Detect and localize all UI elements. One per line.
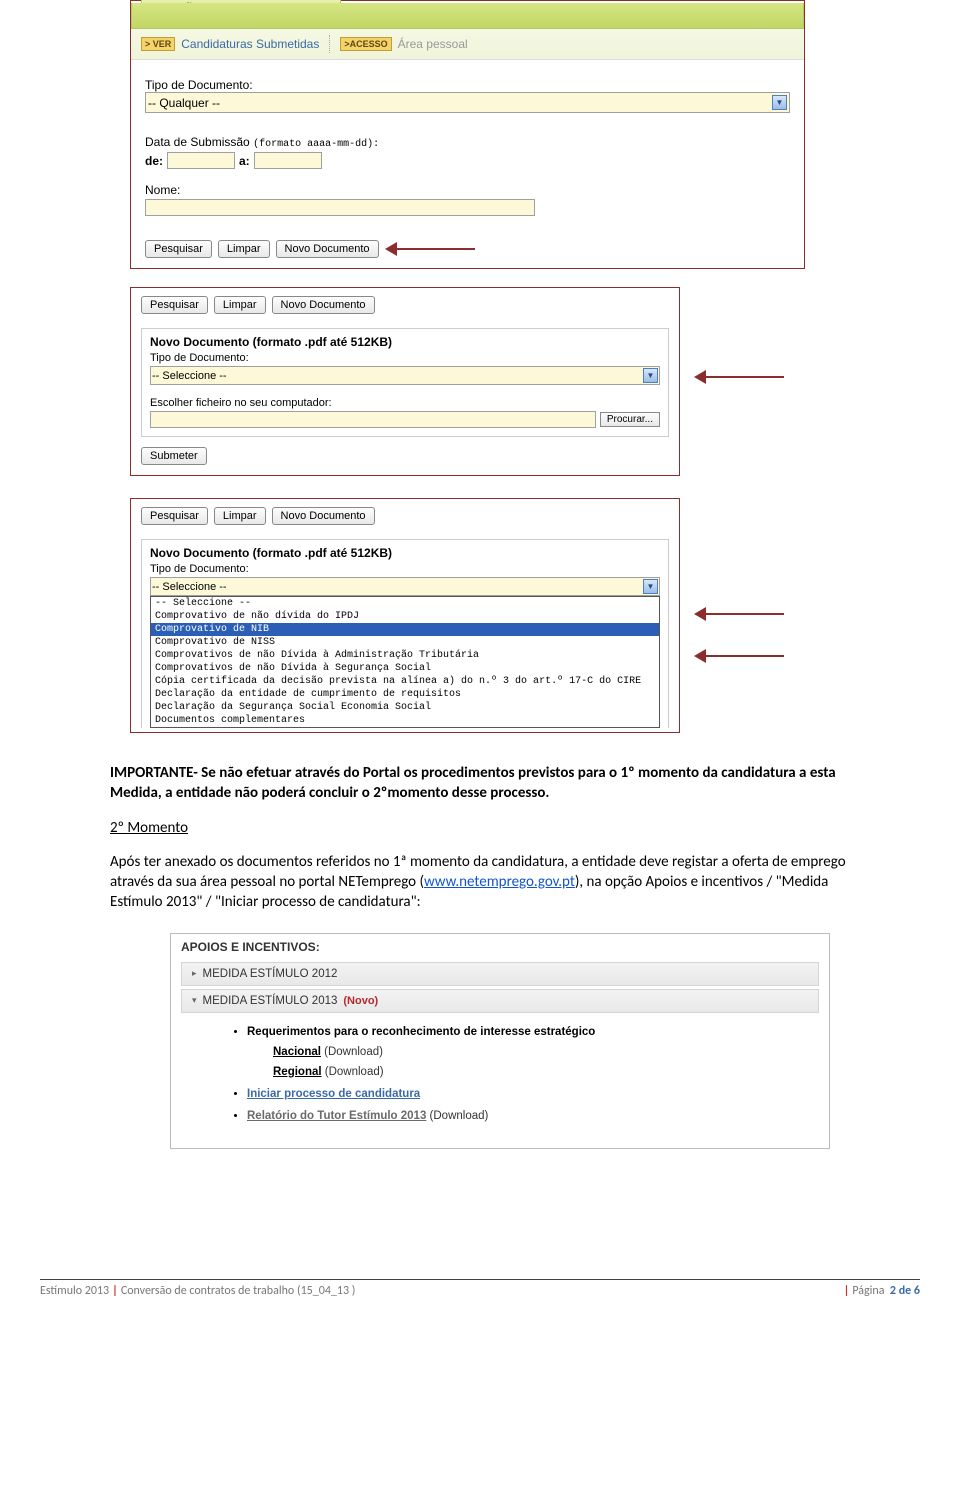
acesso-button[interactable]: >ACESSO (340, 37, 391, 51)
panel-subbar: > VER Candidaturas Submetidas >ACESSO Ár… (131, 29, 804, 60)
ver-button[interactable]: > VER (141, 37, 175, 51)
chevron-down-icon[interactable]: ▼ (643, 368, 658, 383)
panel-apoios-incentivos: APOIOS E INCENTIVOS: ▸ MEDIDA ESTÍMULO 2… (170, 933, 830, 1149)
nome-input[interactable] (145, 199, 535, 216)
de-label: de: (145, 154, 163, 168)
limpar-button[interactable]: Limpar (214, 296, 266, 314)
tipo-documento-select[interactable]: -- Seleccione -- ▼ (150, 577, 660, 596)
dropdown-option[interactable]: Comprovativos de não Dívida à Segurança … (151, 662, 659, 675)
panel-novo-documento-1: Pesquisar Limpar Novo Documento Novo Doc… (130, 287, 680, 476)
panel-novo-documento-2: Pesquisar Limpar Novo Documento Novo Doc… (130, 498, 680, 733)
novo-documento-box: Novo Documento (formato .pdf até 512KB) … (141, 328, 669, 437)
download-label: (Download) (324, 1046, 383, 1058)
link-regional[interactable]: Regional (273, 1066, 322, 1078)
download-label: (Download) (325, 1066, 384, 1078)
data-submissao-hint: (formato aaaa-mm-dd): (253, 139, 379, 150)
procurar-button[interactable]: Procurar... (600, 412, 660, 427)
data-a-input[interactable] (254, 152, 322, 169)
footer-left-1: Estímulo 2013 (40, 1284, 109, 1298)
dropdown-option[interactable]: Comprovativos de não Dívida à Administra… (151, 649, 659, 662)
chevron-down-icon[interactable]: ▼ (772, 95, 787, 110)
tipo-documento-select[interactable]: -- Seleccione -- ▼ (150, 366, 660, 385)
novo-badge: (Novo) (343, 995, 378, 1007)
dropdown-option[interactable]: Comprovativo de não dívida do IPDJ (151, 610, 659, 623)
pesquisar-button[interactable]: Pesquisar (145, 240, 212, 258)
submeter-button[interactable]: Submeter (141, 447, 207, 465)
dropdown-option[interactable]: Comprovativo de NIB (151, 623, 659, 636)
download-label: (Download) (430, 1110, 489, 1122)
tipo-documento-label: Tipo de Documento: (145, 78, 790, 92)
arrow-annotation-icon (694, 607, 784, 621)
data-submissao-label: Data de Submissão (145, 135, 250, 149)
apoios-title: APOIOS E INCENTIVOS: (181, 940, 819, 954)
arrow-annotation-icon (694, 649, 784, 663)
tipo-documento-dropdown-list[interactable]: -- Seleccione --Comprovativo de não dívi… (150, 596, 660, 728)
row-medida-2013[interactable]: ▾ MEDIDA ESTÍMULO 2013 (Novo) (181, 989, 819, 1013)
arrow-annotation-icon (694, 370, 784, 384)
limpar-button[interactable]: Limpar (218, 240, 270, 258)
link-iniciar-processo[interactable]: Iniciar processo de candidatura (247, 1088, 420, 1100)
link-nacional[interactable]: Nacional (273, 1046, 321, 1058)
file-label: Escolher ficheiro no seu computador: (150, 397, 660, 409)
link-area-pessoal[interactable]: Área pessoal (398, 37, 468, 51)
chevron-down-icon[interactable]: ▼ (643, 579, 658, 594)
footer-pagina-label: Página (852, 1284, 884, 1298)
link-candidaturas-submetidas[interactable]: Candidaturas Submetidas (181, 37, 319, 51)
tipo-documento-select[interactable]: -- Qualquer -- ▼ (145, 92, 790, 113)
novo-documento-button[interactable]: Novo Documento (276, 240, 379, 258)
tipo-documento-label: Tipo de Documento: (150, 352, 660, 364)
importante-paragraph: IMPORTANTE- Se não efetuar através do Po… (110, 764, 836, 802)
dropdown-option[interactable]: Documentos complementares (151, 714, 659, 727)
tipo-documento-label: Tipo de Documento: (150, 563, 660, 575)
row-medida-2013-content: Requerimentos para o reconhecimento de i… (181, 1016, 819, 1138)
data-de-input[interactable] (167, 152, 235, 169)
nome-label: Nome: (145, 183, 180, 197)
novo-documento-button[interactable]: Novo Documento (272, 507, 375, 525)
novo-documento-box: Novo Documento (formato .pdf até 512KB) … (141, 539, 669, 728)
pesquisar-button[interactable]: Pesquisar (141, 507, 208, 525)
file-path-input[interactable] (150, 411, 596, 428)
arrow-annotation-icon (385, 242, 475, 256)
divider (329, 35, 330, 53)
box-title: Novo Documento (formato .pdf até 512KB) (150, 546, 660, 560)
subheading-2o-momento: 2º Momento (110, 819, 188, 837)
novo-documento-button[interactable]: Novo Documento (272, 296, 375, 314)
link-netemprego[interactable]: www.netemprego.gov.pt (424, 873, 575, 891)
caret-down-icon: ▾ (192, 995, 197, 1006)
footer-page-number: 2 de 6 (890, 1284, 920, 1298)
body-text: IMPORTANTE- Se não efetuar através do Po… (110, 763, 850, 913)
dropdown-option[interactable]: Comprovativo de NISS (151, 636, 659, 649)
page-footer: Estímulo 2013|Conversão de contratos de … (40, 1279, 920, 1298)
caret-right-icon: ▸ (192, 968, 197, 979)
dropdown-option[interactable]: Declaração da entidade de cumprimento de… (151, 688, 659, 701)
pesquisar-button[interactable]: Pesquisar (141, 296, 208, 314)
panel-body: Tipo de Documento: -- Qualquer -- ▼ Data… (131, 60, 804, 268)
link-relatorio-tutor[interactable]: Relatório do Tutor Estímulo 2013 (247, 1110, 426, 1122)
panel-header: GESTÃO DAS CANDIDATURAS (131, 3, 804, 29)
dropdown-option[interactable]: Declaração da Segurança Social Economia … (151, 701, 659, 714)
row-medida-2012[interactable]: ▸ MEDIDA ESTÍMULO 2012 (181, 962, 819, 986)
dropdown-option[interactable]: Cópia certificada da decisão prevista na… (151, 675, 659, 688)
panel-candidaturas: GESTÃO DAS CANDIDATURAS GESTÃO DAS CANDI… (130, 0, 805, 269)
dropdown-option[interactable]: -- Seleccione -- (151, 597, 659, 610)
box-title: Novo Documento (formato .pdf até 512KB) (150, 335, 660, 349)
a-label: a: (239, 154, 250, 168)
footer-left-2: Conversão de contratos de trabalho (15_0… (121, 1284, 356, 1298)
li-requerimentos: Requerimentos para o reconhecimento de i… (247, 1026, 595, 1038)
limpar-button[interactable]: Limpar (214, 507, 266, 525)
